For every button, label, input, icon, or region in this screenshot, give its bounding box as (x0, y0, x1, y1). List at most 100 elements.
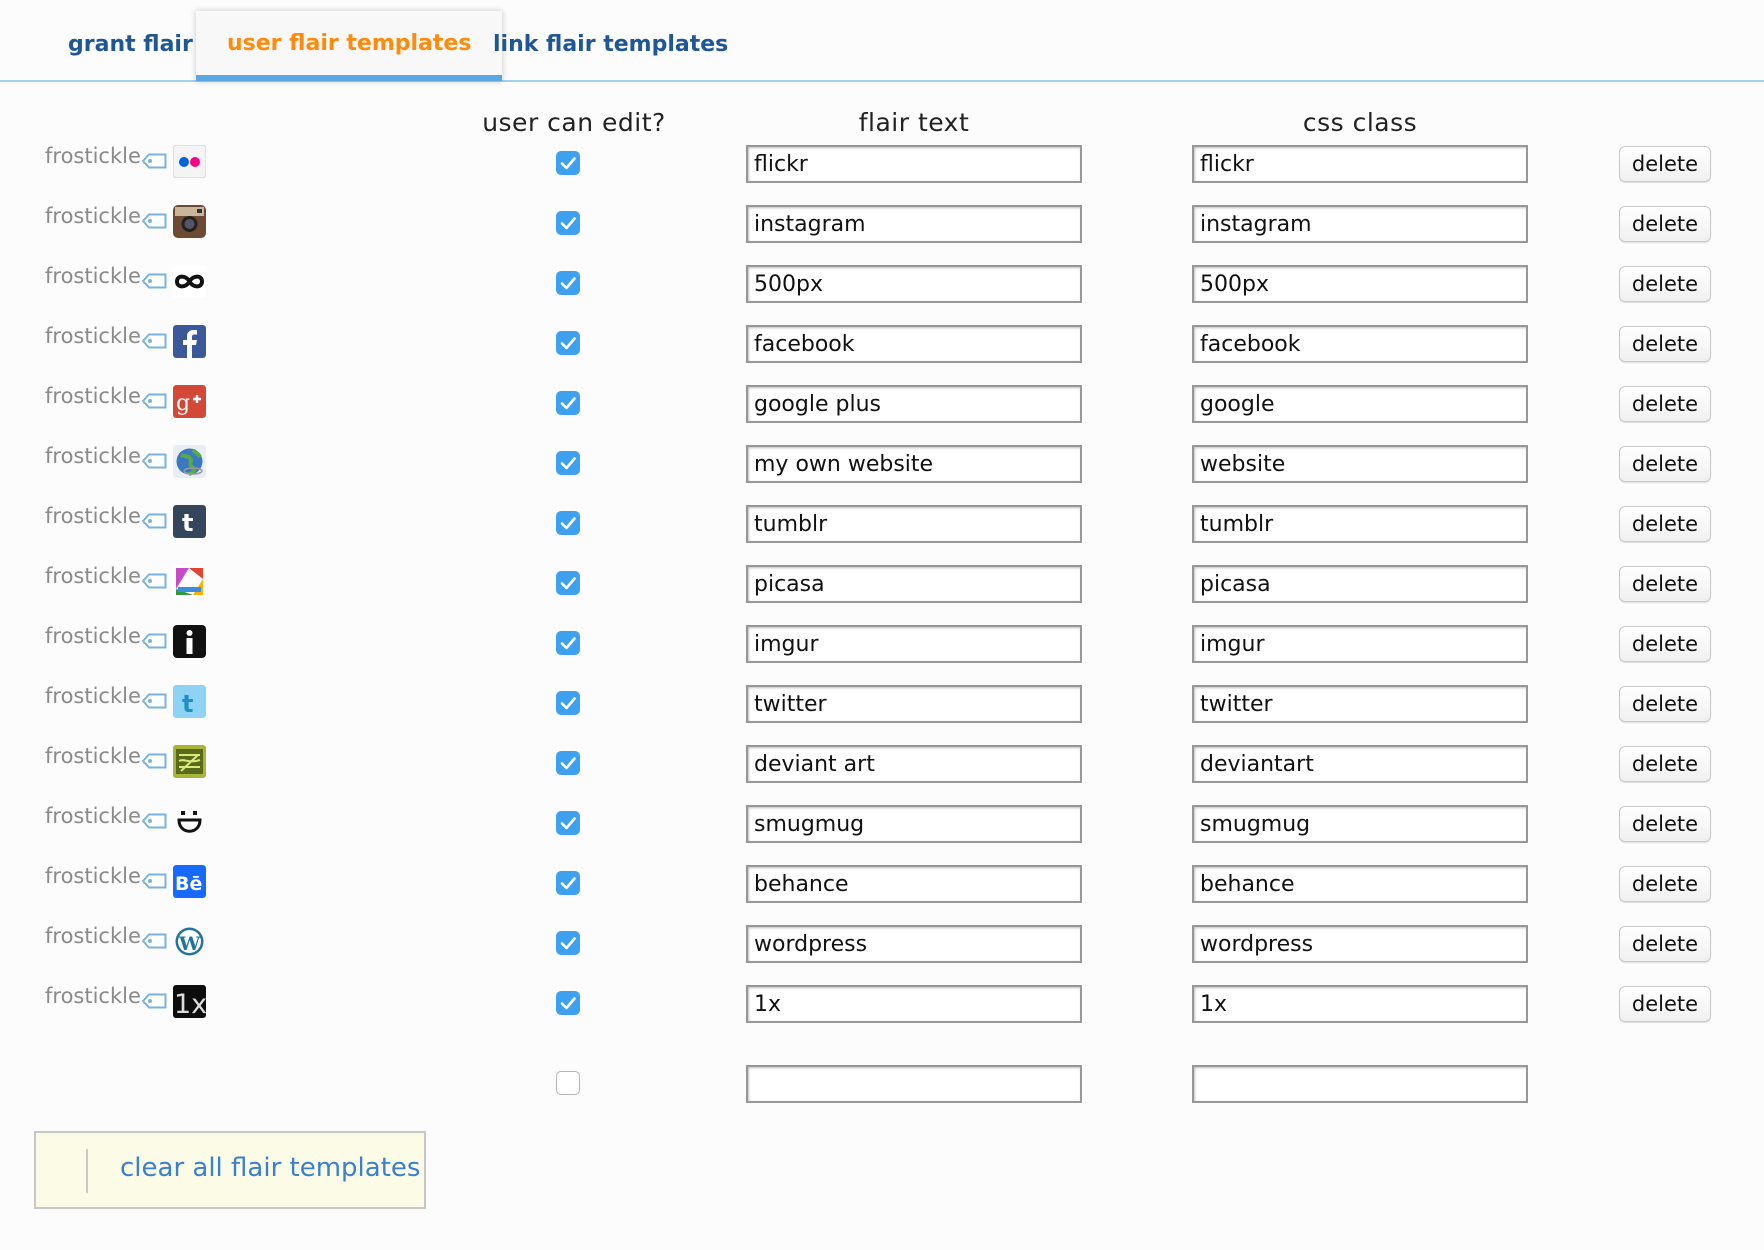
flair-text-input[interactable] (746, 265, 1082, 303)
username: frostickle (45, 684, 141, 708)
css-class-input[interactable] (1192, 205, 1528, 243)
username: frostickle (45, 204, 141, 228)
css-class-input[interactable] (1192, 145, 1528, 183)
clear-all-flair-templates-button[interactable]: clear all flair templates (120, 1153, 420, 1183)
flickr-icon (173, 145, 206, 178)
css-class-input[interactable] (1192, 325, 1528, 363)
tab-user-flair-templates[interactable]: user flair templates (196, 11, 503, 81)
clear-all-flair-templates-panel: clear all flair templates (34, 1131, 426, 1209)
flair-text-input[interactable] (746, 985, 1082, 1023)
css-class-input[interactable] (1192, 565, 1528, 603)
user-can-edit-checkbox[interactable] (556, 691, 580, 715)
css-class-input[interactable] (1192, 985, 1528, 1023)
delete-button[interactable]: delete (1619, 746, 1711, 782)
username: frostickle (45, 804, 141, 828)
flair-text-input[interactable] (746, 505, 1082, 543)
flair-tag-icon (141, 573, 167, 589)
user-can-edit-checkbox[interactable] (556, 811, 580, 835)
delete-button[interactable]: delete (1619, 566, 1711, 602)
delete-button[interactable]: delete (1619, 986, 1711, 1022)
flair-tag-icon (141, 933, 167, 949)
svg-text:g: g (176, 391, 190, 416)
delete-button[interactable]: delete (1619, 806, 1711, 842)
user-can-edit-checkbox[interactable] (556, 571, 580, 595)
flair-template-row: frostickle delete (0, 552, 1764, 612)
delete-button[interactable]: delete (1619, 506, 1711, 542)
css-class-input[interactable] (1192, 685, 1528, 723)
flair-text-input[interactable] (746, 445, 1082, 483)
new-row-user-can-edit-checkbox[interactable] (556, 1071, 580, 1095)
delete-button[interactable]: delete (1619, 926, 1711, 962)
flair-tag-icon (141, 333, 167, 349)
username: frostickle (45, 144, 141, 168)
delete-button[interactable]: delete (1619, 626, 1711, 662)
user-can-edit-checkbox[interactable] (556, 631, 580, 655)
flair-text-input[interactable] (746, 385, 1082, 423)
flair-tag-icon (141, 273, 167, 289)
flair-template-row: frostickle delete (0, 252, 1764, 312)
delete-button[interactable]: delete (1619, 866, 1711, 902)
flair-template-row: frostickle delete (0, 192, 1764, 252)
flair-text-input[interactable] (746, 805, 1082, 843)
css-class-input[interactable] (1192, 745, 1528, 783)
css-class-input[interactable] (1192, 925, 1528, 963)
user-can-edit-checkbox[interactable] (556, 991, 580, 1015)
flair-tag-icon (141, 453, 167, 469)
flair-tag-icon (141, 753, 167, 769)
flair-text-input[interactable] (746, 865, 1082, 903)
css-class-input[interactable] (1192, 805, 1528, 843)
delete-button[interactable]: delete (1619, 266, 1711, 302)
user-can-edit-checkbox[interactable] (556, 271, 580, 295)
flair-text-input[interactable] (746, 685, 1082, 723)
facebook-icon (173, 325, 206, 358)
flair-template-row: frostickle t delete (0, 672, 1764, 732)
deviantart-icon (173, 745, 206, 778)
delete-button[interactable]: delete (1619, 206, 1711, 242)
flair-tag-icon (141, 393, 167, 409)
flair-template-row: frostickle delete (0, 732, 1764, 792)
css-class-input[interactable] (1192, 865, 1528, 903)
css-class-input[interactable] (1192, 385, 1528, 423)
username: frostickle (45, 504, 141, 528)
username: frostickle (45, 384, 141, 408)
flair-tag-icon (141, 693, 167, 709)
tab-link-flair-templates[interactable]: link flair templates (493, 13, 728, 77)
flair-text-input[interactable] (746, 625, 1082, 663)
behance-icon: Bē (173, 865, 206, 898)
flair-text-input[interactable] (746, 745, 1082, 783)
flair-text-input[interactable] (746, 565, 1082, 603)
tab-grant-flair[interactable]: grant flair (68, 13, 193, 77)
flair-text-input[interactable] (746, 325, 1082, 363)
delete-button[interactable]: delete (1619, 446, 1711, 482)
user-can-edit-checkbox[interactable] (556, 511, 580, 535)
flair-tag-icon (141, 993, 167, 1009)
flair-text-input[interactable] (746, 925, 1082, 963)
user-can-edit-checkbox[interactable] (556, 211, 580, 235)
username: frostickle (45, 264, 141, 288)
flair-text-input[interactable] (746, 145, 1082, 183)
username: frostickle (45, 324, 141, 348)
user-can-edit-checkbox[interactable] (556, 391, 580, 415)
delete-button[interactable]: delete (1619, 686, 1711, 722)
delete-button[interactable]: delete (1619, 386, 1711, 422)
css-class-input[interactable] (1192, 625, 1528, 663)
user-can-edit-checkbox[interactable] (556, 751, 580, 775)
css-class-input[interactable] (1192, 265, 1528, 303)
new-row-css-class-input[interactable] (1192, 1065, 1528, 1103)
delete-button[interactable]: delete (1619, 146, 1711, 182)
user-can-edit-checkbox[interactable] (556, 151, 580, 175)
flair-text-input[interactable] (746, 205, 1082, 243)
flair-tag-icon (141, 513, 167, 529)
user-can-edit-checkbox[interactable] (556, 871, 580, 895)
flair-template-row: frostickle delete (0, 432, 1764, 492)
flair-tag-icon (141, 873, 167, 889)
delete-button[interactable]: delete (1619, 326, 1711, 362)
new-row-flair-text-input[interactable] (746, 1065, 1082, 1103)
flair-template-row: frostickle 1x delete (0, 972, 1764, 1032)
flair-template-row: frostickle t delete (0, 492, 1764, 552)
css-class-input[interactable] (1192, 445, 1528, 483)
css-class-input[interactable] (1192, 505, 1528, 543)
user-can-edit-checkbox[interactable] (556, 331, 580, 355)
user-can-edit-checkbox[interactable] (556, 931, 580, 955)
user-can-edit-checkbox[interactable] (556, 451, 580, 475)
